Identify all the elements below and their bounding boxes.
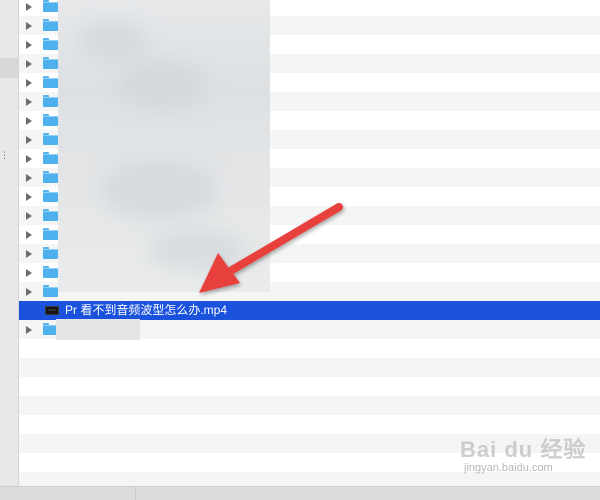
list-row[interactable] [19,377,600,396]
folder-icon [43,133,58,145]
disclosure-triangle-icon[interactable] [26,155,32,163]
disclosure-triangle-icon[interactable] [26,79,32,87]
status-bar [0,486,600,500]
folder-icon [43,171,58,183]
folder-icon [43,0,58,12]
disclosure-triangle-icon[interactable] [26,98,32,106]
disclosure-triangle-icon[interactable] [26,326,32,334]
disclosure-triangle-icon[interactable] [26,231,32,239]
blur-patch [148,230,248,270]
folder-icon [43,57,58,69]
disclosure-triangle-icon[interactable] [26,212,32,220]
list-row[interactable] [19,339,600,358]
disclosure-triangle-icon[interactable] [26,136,32,144]
selected-file-row[interactable]: Pr 看不到音频波型怎么办.mp4 [19,301,600,320]
disclosure-triangle-icon[interactable] [26,174,32,182]
sidebar-mark: ⋮ [0,150,9,160]
list-row[interactable] [19,396,600,415]
watermark-url: jingyan.baidu.com [464,462,553,474]
folder-icon [43,95,58,107]
disclosure-triangle-icon[interactable] [26,22,32,30]
blur-patch [118,60,208,110]
folder-icon [43,38,58,50]
blur-patch [78,20,148,60]
folder-icon [43,152,58,164]
disclosure-triangle-icon[interactable] [26,269,32,277]
list-row[interactable] [19,358,600,377]
disclosure-triangle-icon[interactable] [26,60,32,68]
status-bar-divider [135,487,136,500]
disclosure-triangle-icon[interactable] [26,117,32,125]
disclosure-triangle-icon[interactable] [26,250,32,258]
sidebar: ⋮ [0,0,19,486]
watermark: Bai du 经验 jingyan.baidu.com [460,432,590,482]
blurred-names-cover [58,0,270,292]
folder-icon [43,19,58,31]
folder-icon [43,266,58,278]
disclosure-triangle-icon[interactable] [26,41,32,49]
folder-icon [43,209,58,221]
disclosure-triangle-icon[interactable] [26,193,32,201]
blur-patch [98,160,218,220]
video-file-icon [45,306,59,315]
folder-icon [43,190,58,202]
selected-file-name: Pr 看不到音频波型怎么办.mp4 [65,303,228,317]
folder-icon [43,76,58,88]
folder-icon [43,285,58,297]
file-list: Pr 看不到音频波型怎么办.mp4shell [19,0,600,486]
sidebar-selected-item[interactable] [0,58,18,78]
disclosure-triangle-icon[interactable] [26,3,32,11]
disclosure-triangle-icon[interactable] [26,288,32,296]
blurred-name-patch [56,319,140,340]
folder-icon [43,228,58,240]
folder-icon [43,114,58,126]
watermark-logo: Bai du 经验 [460,437,587,462]
folder-icon [43,247,58,259]
